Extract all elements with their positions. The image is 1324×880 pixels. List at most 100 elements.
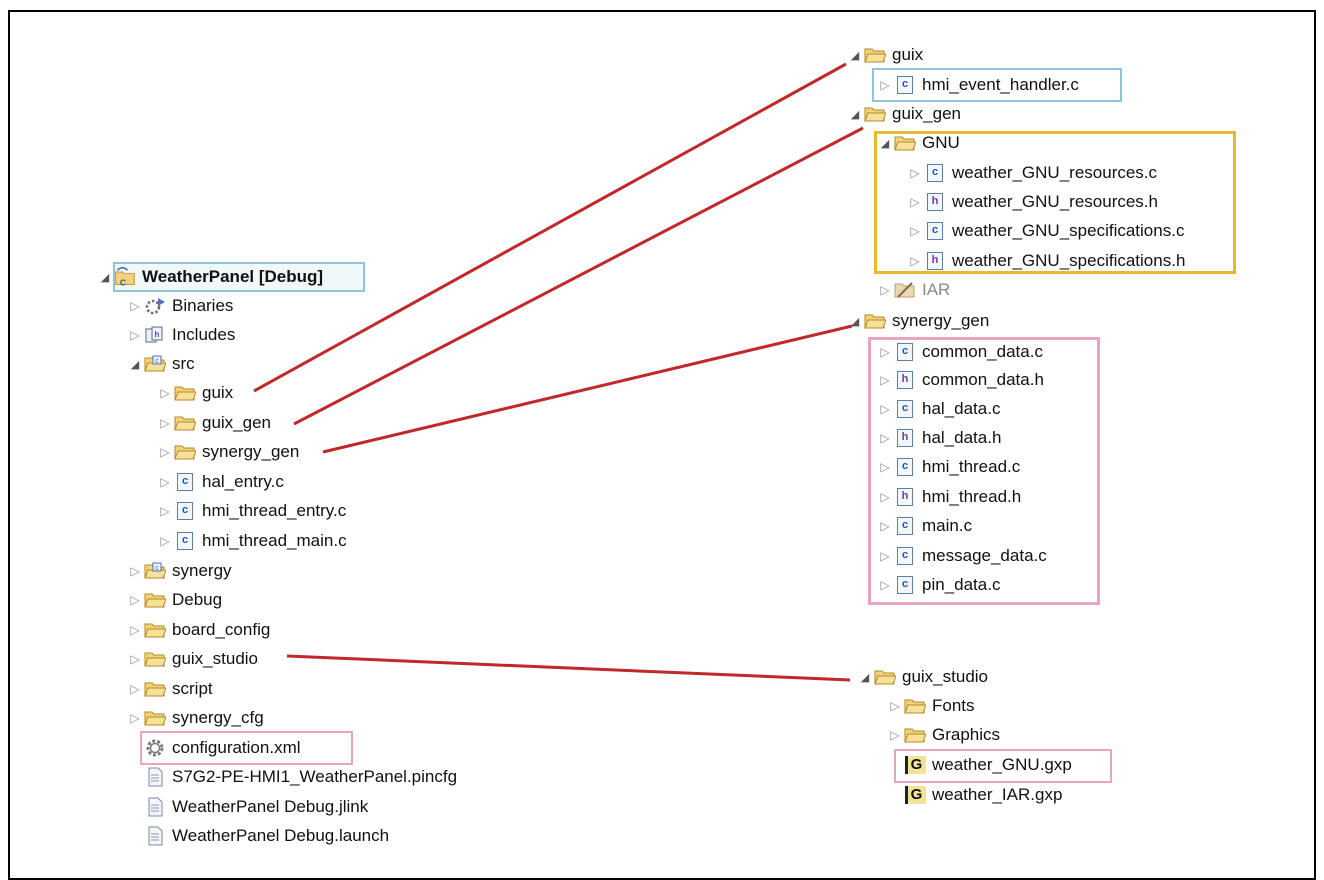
collapse-arrow-icon[interactable]: ▷	[876, 549, 894, 563]
detail-hmi-thread-h[interactable]: ▷ h hmi_thread.h	[876, 484, 1021, 510]
detail-iar-folder[interactable]: ▷ IAR	[876, 277, 950, 303]
collapse-arrow-icon[interactable]: ▷	[126, 328, 144, 342]
tree-item-configuration-xml[interactable]: configuration.xml	[126, 735, 301, 761]
detail-weather-gnu-specifications-h[interactable]: ▷ h weather_GNU_specifications.h	[906, 248, 1185, 274]
detail-hmi-event-handler[interactable]: ▷ c hmi_event_handler.c	[876, 72, 1079, 98]
detail-gnu-folder[interactable]: ◢ GNU	[876, 130, 960, 156]
folder-icon	[144, 649, 166, 669]
detail-weather-gnu-resources-h[interactable]: ▷ h weather_GNU_resources.h	[906, 189, 1158, 215]
tree-item-board-config[interactable]: ▷ board_config	[126, 617, 270, 643]
tree-item-debug[interactable]: ▷ Debug	[126, 587, 222, 613]
collapse-arrow-icon[interactable]: ▷	[126, 299, 144, 313]
tree-item-guix[interactable]: ▷ guix	[156, 380, 233, 406]
tree-item-hmi-thread-entry[interactable]: ▷ c hmi_thread_entry.c	[156, 498, 346, 524]
tree-item-label: main.c	[922, 516, 973, 535]
source-folder-icon	[144, 561, 166, 581]
includes-icon	[144, 325, 166, 345]
project-icon	[114, 267, 136, 287]
tree-item-label: Debug	[172, 590, 223, 609]
tree-item-jlink[interactable]: WeatherPanel Debug.jlink	[126, 794, 368, 820]
folder-icon	[874, 667, 896, 687]
detail-hal-data-h[interactable]: ▷ h hal_data.h	[876, 425, 1001, 451]
collapse-arrow-icon[interactable]: ▷	[876, 345, 894, 359]
folder-icon	[894, 133, 916, 153]
detail-weather-gnu-gxp[interactable]: G weather_GNU.gxp	[886, 752, 1072, 778]
expand-arrow-icon[interactable]: ◢	[846, 108, 864, 121]
collapse-arrow-icon[interactable]: ▷	[126, 623, 144, 637]
tree-item-binaries[interactable]: ▷ Binaries	[126, 293, 233, 319]
collapse-arrow-icon[interactable]: ▷	[126, 711, 144, 725]
collapse-arrow-icon[interactable]: ▷	[906, 224, 924, 238]
folder-icon	[864, 45, 886, 65]
detail-common-data-h[interactable]: ▷ h common_data.h	[876, 367, 1044, 393]
tree-item-launch[interactable]: WeatherPanel Debug.launch	[126, 823, 389, 849]
collapse-arrow-icon[interactable]: ▷	[126, 682, 144, 696]
expand-arrow-icon[interactable]: ◢	[126, 358, 144, 371]
tree-item-includes[interactable]: ▷ Includes	[126, 322, 235, 348]
collapse-arrow-icon[interactable]: ▷	[906, 254, 924, 268]
detail-guix-gen-folder[interactable]: ◢ guix_gen	[846, 101, 961, 127]
collapse-arrow-icon[interactable]: ▷	[156, 445, 174, 459]
tree-item-synergy[interactable]: ▷ synergy	[126, 558, 231, 584]
collapse-arrow-icon[interactable]: ▷	[156, 475, 174, 489]
document-icon	[144, 797, 166, 817]
folder-icon	[144, 590, 166, 610]
tree-item-label: guix	[892, 45, 924, 64]
tree-item-guix-studio[interactable]: ▷ guix_studio	[126, 646, 258, 672]
collapse-arrow-icon[interactable]: ▷	[126, 593, 144, 607]
detail-graphics-folder[interactable]: ▷ Graphics	[886, 722, 1000, 748]
detail-hal-data-c[interactable]: ▷ c hal_data.c	[876, 396, 1000, 422]
tree-item-label: hmi_thread_entry.c	[202, 501, 347, 520]
expand-arrow-icon[interactable]: ◢	[876, 137, 894, 150]
expand-arrow-icon[interactable]: ◢	[846, 49, 864, 62]
collapse-arrow-icon[interactable]: ▷	[906, 166, 924, 180]
collapse-arrow-icon[interactable]: ▷	[126, 652, 144, 666]
tree-item-label: weather_IAR.gxp	[932, 785, 1063, 804]
collapse-arrow-icon[interactable]: ▷	[876, 578, 894, 592]
expand-arrow-icon[interactable]: ◢	[96, 271, 114, 284]
detail-synergy-gen-folder[interactable]: ◢ synergy_gen	[846, 308, 990, 334]
collapse-arrow-icon[interactable]: ▷	[876, 373, 894, 387]
detail-pin-data-c[interactable]: ▷ c pin_data.c	[876, 572, 1000, 598]
collapse-arrow-icon[interactable]: ▷	[876, 490, 894, 504]
collapse-arrow-icon[interactable]: ▷	[876, 460, 894, 474]
collapse-arrow-icon[interactable]: ▷	[906, 195, 924, 209]
collapse-arrow-icon[interactable]: ▷	[126, 564, 144, 578]
detail-guix-folder[interactable]: ◢ guix	[846, 42, 923, 68]
collapse-arrow-icon[interactable]: ▷	[156, 534, 174, 548]
tree-item-synergy-cfg[interactable]: ▷ synergy_cfg	[126, 705, 263, 731]
detail-message-data-c[interactable]: ▷ c message_data.c	[876, 543, 1047, 569]
tree-item-weatherpanel[interactable]: ◢ WeatherPanel [Debug]	[96, 264, 323, 290]
expand-arrow-icon[interactable]: ◢	[846, 315, 864, 328]
collapse-arrow-icon[interactable]: ▷	[886, 728, 904, 742]
tree-item-label: hmi_thread.h	[922, 487, 1022, 506]
detail-weather-gnu-specifications-c[interactable]: ▷ c weather_GNU_specifications.c	[906, 218, 1184, 244]
tree-item-pincfg[interactable]: S7G2-PE-HMI1_WeatherPanel.pincfg	[126, 764, 457, 790]
collapse-arrow-icon[interactable]: ▷	[876, 519, 894, 533]
tree-item-src[interactable]: ◢ src	[126, 351, 195, 377]
c-file-icon: c	[894, 546, 916, 566]
c-file-icon: c	[894, 342, 916, 362]
collapse-arrow-icon[interactable]: ▷	[876, 431, 894, 445]
tree-item-hal-entry[interactable]: ▷ c hal_entry.c	[156, 469, 284, 495]
detail-guix-studio-folder[interactable]: ◢ guix_studio	[856, 664, 988, 690]
detail-common-data-c[interactable]: ▷ c common_data.c	[876, 339, 1043, 365]
detail-main-c[interactable]: ▷ c main.c	[876, 513, 972, 539]
tree-item-script[interactable]: ▷ script	[126, 676, 212, 702]
collapse-arrow-icon[interactable]: ▷	[156, 504, 174, 518]
collapse-arrow-icon[interactable]: ▷	[876, 78, 894, 92]
detail-hmi-thread-c[interactable]: ▷ c hmi_thread.c	[876, 454, 1020, 480]
collapse-arrow-icon[interactable]: ▷	[156, 386, 174, 400]
collapse-arrow-icon[interactable]: ▷	[876, 283, 894, 297]
collapse-arrow-icon[interactable]: ▷	[876, 402, 894, 416]
tree-item-synergy-gen[interactable]: ▷ synergy_gen	[156, 439, 299, 465]
tree-item-label: WeatherPanel Debug.jlink	[172, 797, 369, 816]
tree-item-hmi-thread-main[interactable]: ▷ c hmi_thread_main.c	[156, 528, 347, 554]
collapse-arrow-icon[interactable]: ▷	[886, 699, 904, 713]
tree-item-guix-gen[interactable]: ▷ guix_gen	[156, 410, 271, 436]
detail-weather-gnu-resources-c[interactable]: ▷ c weather_GNU_resources.c	[906, 160, 1157, 186]
expand-arrow-icon[interactable]: ◢	[856, 671, 874, 684]
detail-fonts-folder[interactable]: ▷ Fonts	[886, 693, 974, 719]
collapse-arrow-icon[interactable]: ▷	[156, 416, 174, 430]
detail-weather-iar-gxp[interactable]: G weather_IAR.gxp	[886, 782, 1062, 808]
